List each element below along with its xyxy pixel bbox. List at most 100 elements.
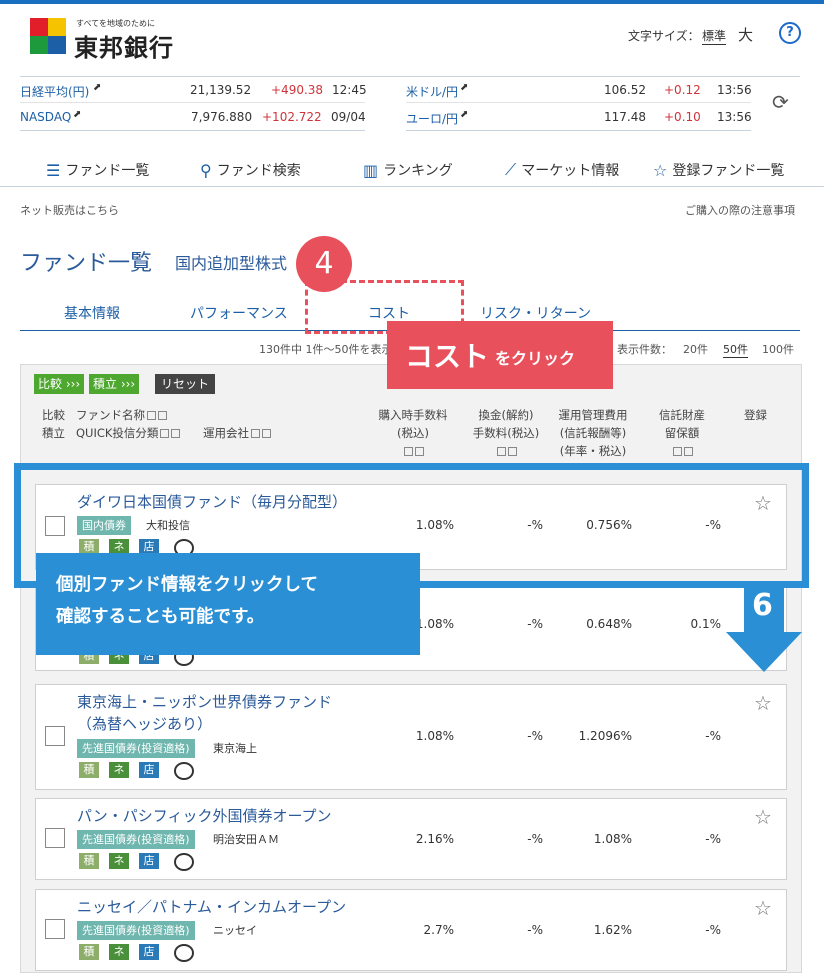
trust-reserve-value: -% bbox=[705, 923, 721, 937]
exchange-fee-value: -% bbox=[527, 617, 543, 631]
header-fund-name[interactable]: ファンド名称 bbox=[76, 406, 167, 424]
trust-reserve-value: 0.1% bbox=[690, 617, 722, 631]
font-size-label: 文字サイズ： bbox=[628, 29, 700, 43]
tab-risk-return[interactable]: リスク・リターン bbox=[480, 303, 591, 323]
market-value: 7,976.880 bbox=[191, 110, 253, 124]
fund-name-link-line2[interactable]: （為替ヘッジあり） bbox=[77, 713, 212, 735]
sort-icon[interactable] bbox=[160, 429, 170, 438]
header-register: 登録 bbox=[744, 408, 767, 422]
store-badge: 店 bbox=[139, 944, 159, 960]
net-badge: ネ bbox=[109, 944, 129, 960]
market-time: 13:56 bbox=[717, 83, 752, 97]
exchange-fee-value: -% bbox=[527, 832, 543, 846]
sort-icon[interactable] bbox=[673, 447, 682, 456]
font-size-large-button[interactable]: 大 bbox=[738, 24, 753, 45]
header-company[interactable]: 運用会社 bbox=[203, 424, 271, 442]
refresh-icon[interactable]: ⟳ bbox=[772, 90, 789, 114]
header-label: 換金(解約) bbox=[478, 408, 534, 422]
fund-card[interactable]: 東京海上・ニッポン世界債券ファンド （為替ヘッジあり） 先進国債券(投資適格) … bbox=[35, 684, 787, 790]
per-page-100[interactable]: 100件 bbox=[762, 341, 794, 357]
market-name-link[interactable]: 日経平均(円) bbox=[20, 83, 89, 100]
nav-market-info[interactable]: ⟋ マーケット情報 bbox=[505, 160, 619, 180]
fund-card[interactable]: ニッセイ／パトナム・インカムオープン 先進国債券(投資適格) ニッセイ 積 ネ … bbox=[35, 889, 787, 971]
sort-icon[interactable] bbox=[251, 429, 260, 438]
compare-checkbox[interactable] bbox=[45, 919, 65, 939]
header-label: QUICK投信分類 bbox=[76, 426, 159, 440]
callout-line: 個別ファンド情報をクリックして bbox=[56, 575, 318, 595]
compare-checkbox[interactable] bbox=[45, 828, 65, 848]
nav-ranking[interactable]: ▥ ランキング bbox=[363, 160, 453, 180]
market-change: +490.38 bbox=[271, 83, 324, 97]
nav-label: ファンド一覧 bbox=[65, 163, 150, 179]
store-badge: 店 bbox=[139, 853, 159, 869]
top-accent-bar bbox=[0, 0, 824, 4]
purchase-fee-value: 2.7% bbox=[423, 923, 455, 937]
fund-name-link[interactable]: パン・パシフィック外国債券オープン bbox=[77, 805, 332, 827]
callout-big-text: コスト bbox=[405, 340, 490, 373]
category-badge: 先進国債券(投資適格) bbox=[77, 921, 195, 940]
nav-label: ランキング bbox=[383, 163, 453, 179]
sort-icon[interactable] bbox=[147, 411, 156, 420]
external-link-icon: ⬈ bbox=[460, 109, 469, 120]
chat-icon[interactable] bbox=[174, 944, 194, 962]
compare-checkbox[interactable] bbox=[45, 726, 65, 746]
header-label: 信託財産 bbox=[659, 408, 705, 422]
net-sales-link[interactable]: ネット販売はこちら bbox=[20, 202, 119, 218]
nav-fund-search[interactable]: ⚲ ファンド検索 bbox=[200, 160, 301, 180]
star-icon: ☆ bbox=[653, 160, 668, 180]
market-name-link[interactable]: 米ドル/円 bbox=[406, 83, 458, 100]
sort-icon[interactable] bbox=[508, 447, 517, 456]
page-title: ファンド一覧 bbox=[20, 251, 153, 276]
tsumitate-badge: 積 bbox=[79, 853, 99, 869]
market-change: +0.10 bbox=[664, 110, 701, 124]
nav-registered-funds[interactable]: ☆ 登録ファンド一覧 bbox=[653, 160, 784, 180]
header-label: ファンド名称 bbox=[76, 408, 145, 422]
per-page-50[interactable]: 50件 bbox=[723, 341, 748, 358]
divider bbox=[20, 130, 365, 131]
sort-icon[interactable] bbox=[262, 429, 271, 438]
sort-icon[interactable] bbox=[415, 447, 424, 456]
mgmt-fee-value: 0.648% bbox=[586, 617, 632, 631]
fund-card[interactable]: パン・パシフィック外国債券オープン 先進国債券(投資適格) 明治安田ＡＭ 積 ネ… bbox=[35, 798, 787, 880]
logo-text[interactable]: 東邦銀行 bbox=[74, 28, 174, 63]
register-star-icon[interactable]: ☆ bbox=[754, 805, 772, 829]
mgmt-fee-value: 1.62% bbox=[593, 923, 632, 937]
sort-icon[interactable] bbox=[158, 411, 167, 420]
header-exchange-fee[interactable]: 換金(解約) 手数料(税込) bbox=[463, 406, 549, 460]
sort-icon[interactable] bbox=[404, 447, 413, 456]
fund-name-link[interactable]: 東京海上・ニッポン世界債券ファンド bbox=[77, 691, 332, 713]
header-label: (年率・税込) bbox=[559, 444, 627, 458]
compare-button[interactable]: 比較 ››› bbox=[34, 374, 85, 394]
mgmt-fee-value: 1.08% bbox=[593, 832, 632, 846]
notes-link[interactable]: ご購入の際の注意事項 bbox=[685, 202, 795, 218]
tab-performance[interactable]: パフォーマンス bbox=[190, 303, 288, 323]
per-page-20[interactable]: 20件 bbox=[683, 341, 708, 357]
divider bbox=[406, 102, 751, 103]
nav-fund-list[interactable]: ☰ ファンド一覧 bbox=[46, 160, 149, 180]
market-name-link[interactable]: ユーロ/円 bbox=[406, 110, 458, 127]
sort-icon[interactable] bbox=[171, 429, 181, 438]
header-quick-category[interactable]: QUICK投信分類 bbox=[76, 424, 181, 442]
market-name-link[interactable]: NASDAQ bbox=[20, 110, 71, 124]
chat-icon[interactable] bbox=[174, 853, 194, 871]
header-label: 運用管理費用 bbox=[558, 408, 628, 422]
reset-button[interactable]: リセット bbox=[155, 374, 216, 394]
chat-icon[interactable] bbox=[174, 762, 194, 780]
sort-icon[interactable] bbox=[497, 447, 506, 456]
header-label: (税込) bbox=[397, 426, 429, 440]
category-badge: 先進国債券(投資適格) bbox=[77, 739, 195, 758]
tsumitate-button[interactable]: 積立 ››› bbox=[89, 374, 140, 394]
sort-icon[interactable] bbox=[684, 447, 693, 456]
fund-name-link[interactable]: ニッセイ／パトナム・インカムオープン bbox=[77, 896, 346, 918]
market-time: 13:56 bbox=[717, 110, 752, 124]
tab-basic-info[interactable]: 基本情報 bbox=[64, 303, 120, 323]
header-purchase-fee[interactable]: 購入時手数料 (税込) bbox=[370, 406, 456, 460]
register-star-icon[interactable]: ☆ bbox=[754, 896, 772, 920]
font-size-normal-button[interactable]: 標準 bbox=[702, 27, 727, 45]
header-mgmt-fee[interactable]: 運用管理費用 (信託報酬等) (年率・税込) bbox=[550, 406, 636, 460]
tsumitate-badge: 積 bbox=[79, 944, 99, 960]
help-icon[interactable]: ? bbox=[779, 22, 801, 44]
register-star-icon[interactable]: ☆ bbox=[754, 691, 772, 715]
bank-logo-icon[interactable] bbox=[30, 18, 66, 54]
header-trust-reserve[interactable]: 信託財産 留保額 bbox=[642, 406, 722, 460]
